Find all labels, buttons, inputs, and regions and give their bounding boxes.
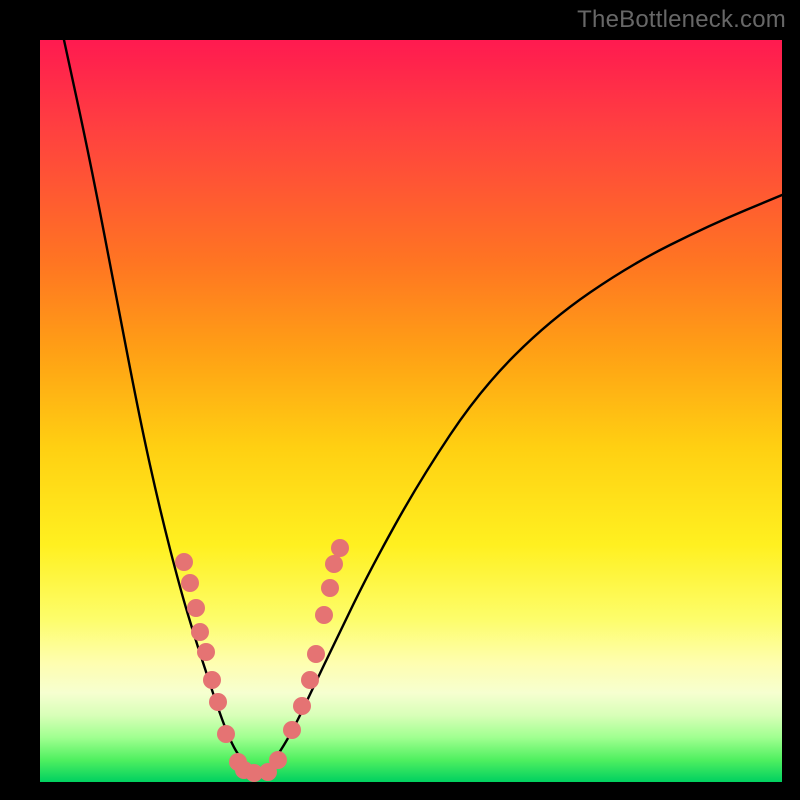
scatter-dot [331, 539, 349, 557]
scatter-dot [209, 693, 227, 711]
curve-right [260, 195, 782, 774]
scatter-dot [203, 671, 221, 689]
scatter-dot [301, 671, 319, 689]
scatter-dot [217, 725, 235, 743]
scatter-dot [283, 721, 301, 739]
scatter-dot [197, 643, 215, 661]
scatter-dot [307, 645, 325, 663]
outer-frame: TheBottleneck.com [0, 0, 800, 800]
scatter-dot [175, 553, 193, 571]
scatter-dot [325, 555, 343, 573]
scatter-dot [269, 751, 287, 769]
curve-left [64, 40, 260, 772]
scatter-dot [187, 599, 205, 617]
watermark-text: TheBottleneck.com [577, 6, 786, 34]
scatter-dot [293, 697, 311, 715]
scatter-dot [181, 574, 199, 592]
plot-area [40, 40, 782, 782]
chart-svg [40, 40, 782, 782]
scatter-dot [315, 606, 333, 624]
curve-group [64, 40, 782, 774]
scatter-dot [191, 623, 209, 641]
scatter-dot [321, 579, 339, 597]
